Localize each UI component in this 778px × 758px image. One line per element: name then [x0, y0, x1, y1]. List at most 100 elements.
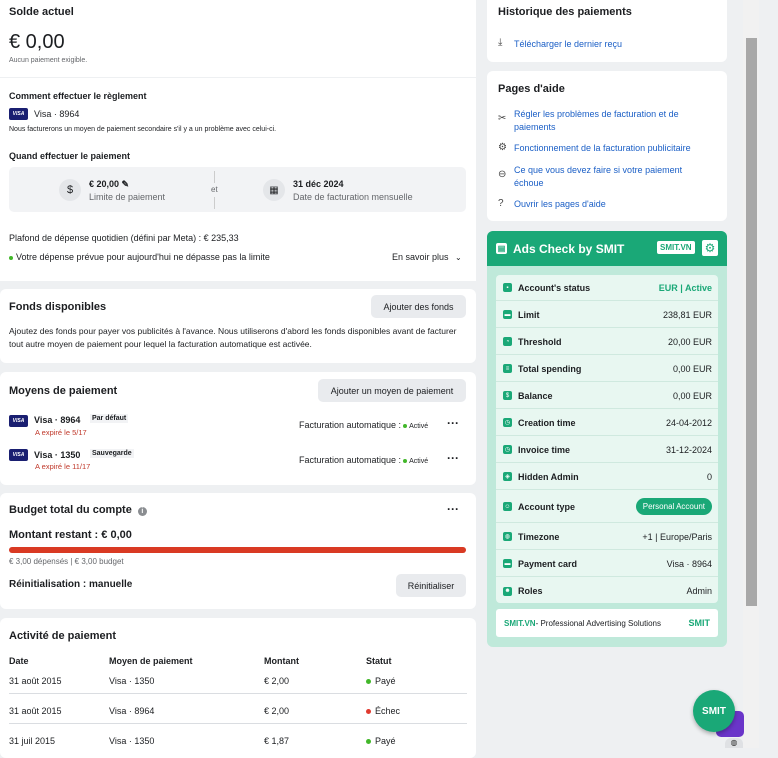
funds-title: Fonds disponibles: [9, 301, 107, 313]
smit-row-limit: ▬ Limit 238,81 EUR: [496, 302, 718, 328]
smit-footer-brand: SMIT.VN: [504, 618, 536, 628]
auto-billing-status: Facturation automatique : Activé: [299, 420, 429, 430]
balance-subtitle: Aucun paiement exigible.: [9, 57, 88, 64]
smit-badge[interactable]: SMIT.VN: [657, 241, 695, 254]
coin-icon: $: [59, 179, 81, 201]
history-card: Historique des paiements ⤓ Télécharger l…: [487, 0, 727, 62]
smit-footer-logo: SMIT: [688, 618, 711, 628]
help-link-how-billing-works[interactable]: Fonctionnement de la facturation publici…: [514, 143, 691, 153]
account-type-pill: Personal Account: [635, 498, 712, 515]
funds-card: Fonds disponibles Ajouter des fonds Ajou…: [0, 289, 476, 363]
smit-logo-icon: ▤: [496, 243, 507, 254]
daily-spend-note: Votre dépense prévue pour aujourd'hui ne…: [9, 252, 270, 262]
remaining-amount: Montant restant : € 0,00: [9, 529, 132, 541]
row-amount: € 2,00: [264, 676, 290, 686]
chevron-down-icon: ⌄: [455, 253, 462, 262]
row-date: 31 juil 2015: [9, 736, 56, 746]
billing-date-value: 31 déc 2024: [293, 179, 344, 189]
receipt-icon: ≡: [503, 364, 512, 373]
reset-label: Réinitialisation : manuelle: [9, 579, 133, 590]
col-header-method: Moyen de paiement: [109, 656, 193, 666]
card-icon: ▬: [503, 310, 512, 319]
globe-icon[interactable]: ◍: [725, 738, 743, 748]
row-amount: € 1,87: [264, 736, 290, 746]
threshold-icon: ◔: [503, 337, 512, 346]
visa-card-icon: VISA: [9, 415, 28, 427]
backup-badge: Sauvegarde: [90, 449, 134, 458]
smit-info-box: ▪ Account's status EUR | Active ▬ Limit 238,…: [496, 275, 718, 603]
balance-card: Solde actuel € 0,00 Aucun paiement exigi…: [0, 0, 476, 77]
row-status: Échec: [366, 706, 400, 716]
smit-panel: ▤ Ads Check by SMIT SMIT.VN ⚙ ▪ Account's…: [487, 231, 727, 647]
primary-card-label: Visa · 8964: [34, 109, 80, 119]
budget-options-icon[interactable]: ···: [447, 502, 459, 516]
help-link-billing-issues[interactable]: Régler les problèmes de facturation et d…: [514, 108, 704, 134]
method-expiry: A expiré le 11/17: [35, 462, 91, 471]
budget-spent-note: € 3,00 dépensés | € 3,00 budget: [9, 557, 124, 566]
payment-card-icon: ▬: [503, 559, 512, 568]
help-card: Pages d'aide ✂ Régler les problèmes de f…: [487, 71, 727, 221]
smit-row-balance: $ Balance 0,00 EUR: [496, 383, 718, 409]
globe-icon: ◍: [503, 532, 512, 541]
row-status: Payé: [366, 676, 396, 686]
more-options-icon[interactable]: ···: [447, 451, 459, 465]
divider-left: [214, 171, 215, 183]
smit-row-status: ▪ Account's status EUR | Active: [496, 275, 718, 301]
smit-row-hidden-admin: ◈ Hidden Admin 0: [496, 464, 718, 490]
budget-title: Budget total du compte i: [9, 504, 147, 516]
help-link-open-help[interactable]: Ouvrir les pages d'aide: [514, 199, 606, 209]
help-link-payment-failed[interactable]: Ce que vous devez faire si votre paiemen…: [514, 164, 704, 190]
question-icon: ?: [498, 198, 504, 209]
row-method: Visa · 1350: [109, 736, 155, 746]
budget-progress-fill: [9, 547, 466, 553]
budget-progress-track: [9, 547, 466, 553]
method-label: Visa · 8964: [34, 415, 81, 425]
payment-limit-value: € 20,00 ✎: [89, 179, 130, 189]
divider-right: [214, 197, 215, 209]
download-icon: ⤓: [498, 37, 503, 48]
default-badge: Par défaut: [90, 414, 129, 423]
smit-footer: SMIT.VN - Professional Advertising Solut…: [496, 609, 718, 637]
smit-row-roles: ☻ Roles Admin: [503, 586, 712, 596]
scrollbar-thumb[interactable]: [746, 38, 757, 606]
scrollbar-track[interactable]: [743, 0, 759, 748]
row-method: Visa · 8964: [109, 706, 155, 716]
smit-footer-text: - Professional Advertising Solutions: [535, 618, 661, 628]
smit-row-invoice-time: ◷ Invoice time 31-12-2024: [496, 437, 718, 463]
and-separator: et: [211, 185, 218, 194]
payment-settings-card: Comment effectuer le règlement VISA Visa…: [0, 78, 476, 281]
row-amount: € 2,00: [264, 706, 290, 716]
user-icon: ☺: [503, 502, 512, 511]
visa-card-icon: VISA: [9, 449, 28, 461]
smit-title: Ads Check by SMIT: [513, 242, 625, 256]
smit-row-creation-time: ◷ Creation time 24-04-2012: [496, 410, 718, 436]
col-header-status: Statut: [366, 656, 392, 666]
download-receipt-link[interactable]: Télécharger le dernier reçu: [514, 39, 622, 49]
smit-header: ▤ Ads Check by SMIT SMIT.VN ⚙: [487, 231, 727, 266]
add-payment-method-button[interactable]: Ajouter un moyen de paiement: [318, 379, 466, 402]
smit-row-threshold: ◔ Threshold 20,00 EUR: [496, 329, 718, 355]
row-date: 31 août 2015: [9, 676, 62, 686]
balance-icon: $: [503, 391, 512, 400]
row-divider: [9, 693, 467, 694]
auto-billing-status: Facturation automatique : Activé: [299, 455, 429, 465]
more-options-icon[interactable]: ···: [447, 416, 459, 430]
smit-row-timezone: ◍ Timezone +1 | Europe/Paris: [496, 524, 718, 550]
learn-more-link[interactable]: En savoir plus ⌄: [392, 252, 462, 262]
info-icon: i: [137, 507, 147, 516]
add-funds-button[interactable]: Ajouter des fonds: [371, 295, 466, 318]
status-icon: ▪: [503, 283, 512, 292]
settings-gear-icon[interactable]: ⚙: [702, 240, 718, 256]
activity-card: Activité de paiement Date Moyen de paiem…: [0, 618, 476, 758]
minus-circle-icon: ⊖: [498, 169, 507, 180]
col-header-amount: Montant: [264, 656, 299, 666]
row-date: 31 août 2015: [9, 706, 62, 716]
secondary-method-note: Nous facturerons un moyen de paiement se…: [9, 126, 277, 133]
billing-date-label: Date de facturation mensuelle: [293, 192, 413, 202]
row-divider: [9, 723, 467, 724]
reset-button[interactable]: Réinitialiser: [396, 574, 466, 597]
how-to-pay-title: Comment effectuer le règlement: [9, 91, 147, 101]
col-header-date: Date: [9, 656, 29, 666]
method-expiry: A expiré le 5/17: [35, 428, 87, 437]
smit-fab-button[interactable]: SMIT: [693, 690, 735, 732]
